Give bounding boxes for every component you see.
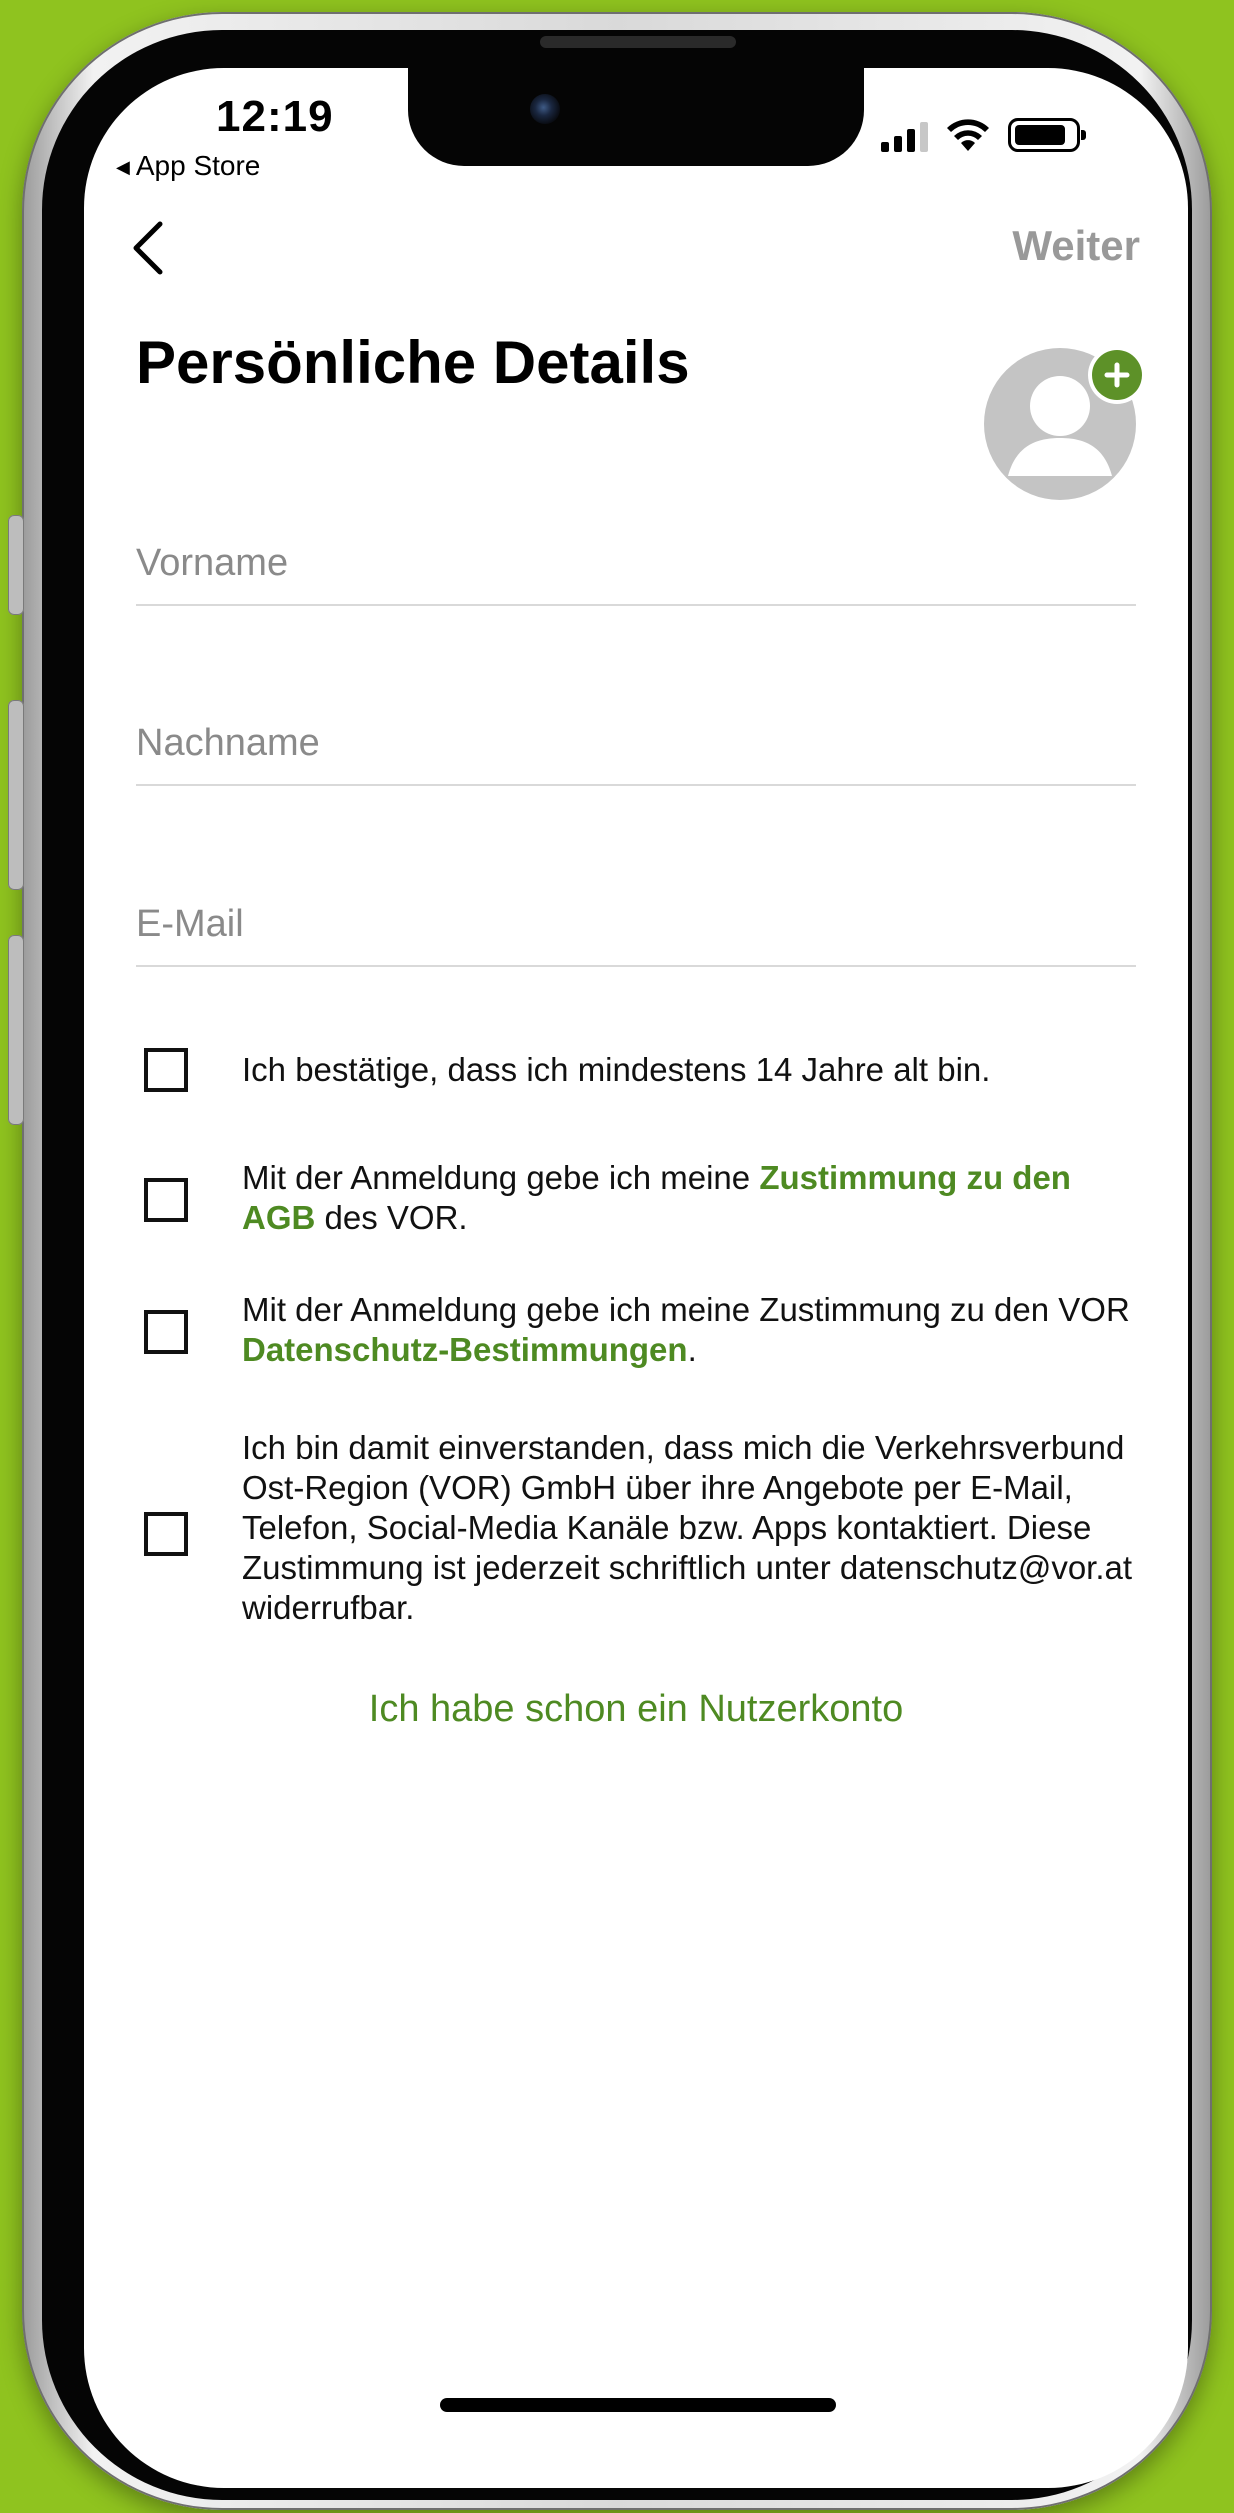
side-button-volume-down <box>8 935 24 1125</box>
wifi-icon <box>947 119 989 151</box>
side-button-mute <box>8 515 24 615</box>
add-photo-button[interactable] <box>1092 350 1142 400</box>
status-icons <box>881 118 1086 152</box>
back-triangle-icon: ◀ <box>116 157 130 177</box>
status-time: 12:19 <box>216 92 334 141</box>
page-title: Persönliche Details <box>136 329 690 396</box>
email-field <box>136 889 1136 967</box>
front-camera <box>530 94 560 124</box>
consent-age-text: Ich bestätige, dass ich mindestens 14 Ja… <box>242 1051 991 1088</box>
consent-privacy-prefix: Mit der Anmeldung gebe ich meine Zustimm… <box>242 1291 1130 1328</box>
side-button-volume-up <box>8 700 24 890</box>
last-name-input[interactable] <box>136 722 1136 765</box>
last-name-field <box>136 708 1136 786</box>
consent-agb-checkbox[interactable] <box>144 1178 188 1222</box>
display-notch <box>408 68 864 166</box>
next-button[interactable]: Weiter <box>1012 222 1140 270</box>
signal-icon <box>881 122 928 152</box>
earpiece-speaker <box>540 36 736 48</box>
first-name-input[interactable] <box>136 542 1136 585</box>
back-to-app-label: App Store <box>135 150 261 181</box>
consent-agb-suffix: des VOR. <box>315 1199 468 1236</box>
privacy-link[interactable]: Datenschutz-Bestimmungen <box>242 1331 688 1368</box>
email-input[interactable] <box>136 903 1136 946</box>
consent-marketing-text: Ich bin damit einverstanden, dass mich d… <box>242 1429 1133 1626</box>
battery-icon <box>1008 118 1086 152</box>
plus-icon <box>1104 362 1130 388</box>
consent-privacy-suffix: . <box>687 1331 697 1368</box>
consent-privacy-checkbox[interactable] <box>144 1310 188 1354</box>
consent-agb-prefix: Mit der Anmeldung gebe ich meine <box>242 1159 760 1196</box>
back-button[interactable] <box>128 218 178 288</box>
consent-age-checkbox[interactable] <box>144 1048 188 1092</box>
existing-account-link[interactable]: Ich habe schon ein Nutzerkonto <box>84 1688 1188 1731</box>
home-indicator <box>440 2398 836 2412</box>
chevron-left-icon <box>133 221 163 275</box>
app-screen: 12:19 ◀ App Store Weiter Persönliche Deta… <box>84 68 1188 2488</box>
consent-agb-text: Mit der Anmeldung gebe ich meine Zustimm… <box>242 1158 1142 1238</box>
first-name-field <box>136 528 1136 606</box>
consent-privacy-text: Mit der Anmeldung gebe ich meine Zustimm… <box>242 1290 1142 1370</box>
back-to-app-store-link[interactable]: ◀ App Store <box>116 150 260 182</box>
consent-marketing-checkbox[interactable] <box>144 1512 188 1556</box>
